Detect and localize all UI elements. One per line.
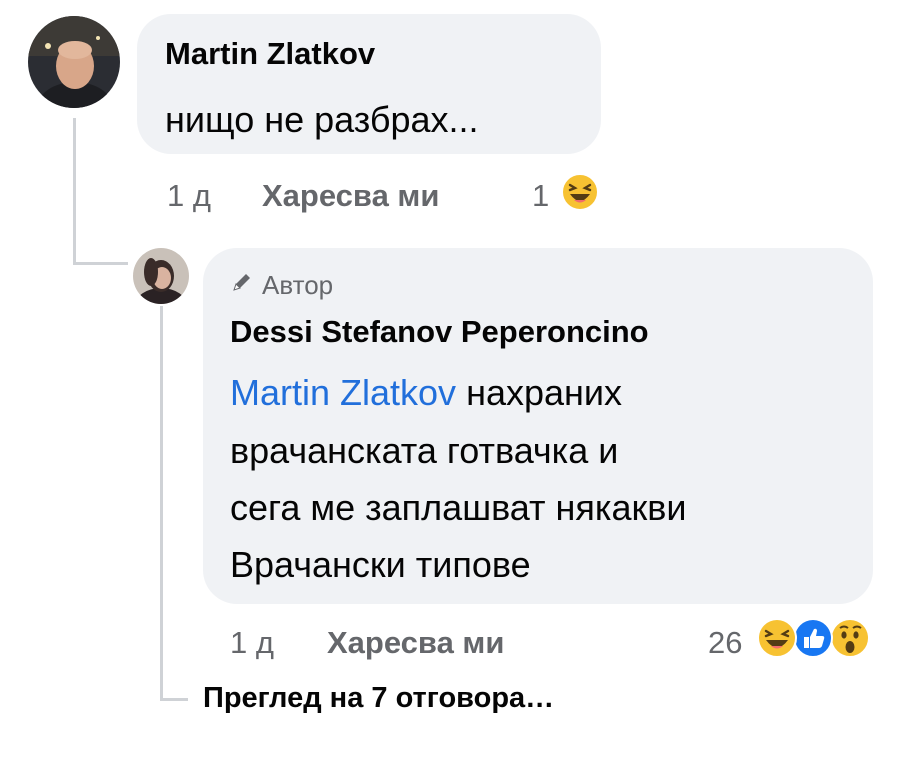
reaction-count-2[interactable]: 26 — [708, 625, 742, 661]
mention-martin-zlatkov[interactable]: Martin Zlatkov — [230, 372, 456, 413]
comment-time-2[interactable]: 1 д — [230, 625, 274, 661]
comment-time-1[interactable]: 1 д — [167, 178, 211, 214]
like-button-2[interactable]: Харесва ми — [327, 625, 504, 661]
thread-line-reply — [160, 306, 163, 698]
avatar-martin-zlatkov[interactable] — [28, 16, 120, 108]
view-more-replies-link[interactable]: Преглед на 7 отговора… — [203, 682, 554, 715]
reaction-count-1[interactable]: 1 — [532, 178, 549, 214]
haha-reaction-icon-2 — [757, 618, 797, 658]
author-badge: Автор — [230, 270, 333, 301]
reactions-group[interactable] — [756, 617, 872, 664]
thread-line-elbow — [73, 262, 128, 265]
pencil-icon — [230, 270, 254, 301]
wow-reaction-icon — [830, 618, 870, 658]
comment-author-1[interactable]: Martin Zlatkov — [165, 36, 375, 72]
like-button-1[interactable]: Харесва ми — [262, 178, 439, 214]
avatar-dessi-stefanov[interactable] — [133, 248, 189, 304]
comment-thread: Martin Zlatkov нищо не разбрах... 1 д Ха… — [0, 0, 900, 757]
thread-line-parent — [73, 118, 76, 265]
comment-text-1: нищо не разбрах... — [165, 99, 479, 140]
author-badge-label: Автор — [262, 270, 334, 300]
like-reaction-icon — [793, 618, 833, 658]
comment-author-2[interactable]: Dessi Stefanov Peperoncino — [230, 314, 649, 350]
comment-text-2-line-3: сега ме заплашват някакви — [230, 487, 687, 528]
comment-text-2-line-4: Врачански типове — [230, 544, 531, 585]
comment-text-2-segment: нахраних — [466, 372, 623, 413]
haha-reaction-icon[interactable] — [560, 172, 600, 217]
comment-text-2-line-1: Martin Zlatkov нахраних — [230, 365, 622, 421]
comment-text-2-line-2: врачанската готвачка и — [230, 430, 619, 471]
thread-line-replies-elbow — [160, 698, 188, 701]
